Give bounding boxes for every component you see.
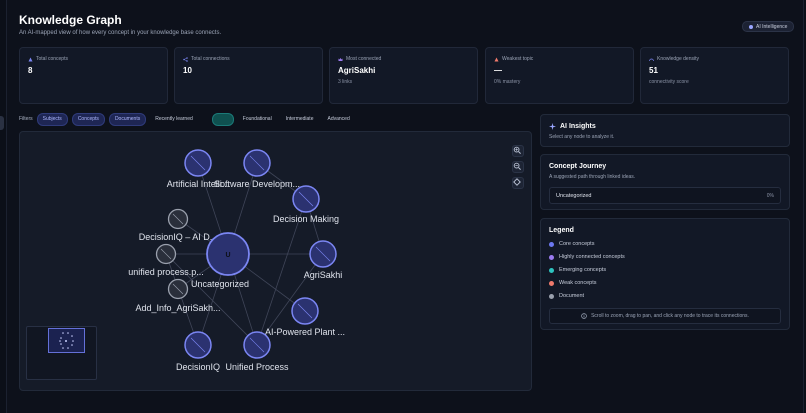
legend-swatch <box>549 267 554 273</box>
page-subtitle: An AI-mapped view of how every concept i… <box>19 30 222 36</box>
stat-value: 51 <box>649 66 658 75</box>
node-label: unified process.p... <box>128 267 204 277</box>
knowledge-graph-canvas[interactable]: Artificial Intelli... Software Developm.… <box>19 131 532 391</box>
node-initial: U <box>225 252 230 259</box>
graph-hint: Scroll to zoom, drag to pan, and click a… <box>549 308 781 324</box>
legend-label: Emerging concepts <box>559 267 607 273</box>
graph-node-decisioniq[interactable]: DecisionIQ <box>176 331 220 372</box>
stat-value: — <box>494 66 502 75</box>
ai-intelligence-badge: AI Intelligence <box>742 21 795 32</box>
legend-label: Document <box>559 293 585 299</box>
legend-swatch <box>549 293 554 299</box>
sidebar-toggle[interactable] <box>0 116 4 130</box>
stat-label: Weakest topic <box>502 56 534 62</box>
concept-journey-panel: Concept Journey A suggested path through… <box>540 154 790 210</box>
legend-emerging: Emerging concepts <box>549 267 781 273</box>
stat-label: Knowledge density <box>657 56 699 62</box>
graph-node-agrisakhi[interactable]: AgriSakhi <box>304 240 343 280</box>
recenter-icon <box>513 178 521 186</box>
stat-sub: 3 links <box>338 79 353 85</box>
hint-text: Scroll to zoom, drag to pan, and click a… <box>591 313 749 319</box>
legend-highly-connected: Highly connected concepts <box>549 254 781 260</box>
panel-desc: Select any node to analyze it. <box>549 134 615 140</box>
legend-label: Weak concepts <box>559 280 597 286</box>
level-advanced[interactable]: Advanced <box>322 114 354 125</box>
warning-icon <box>494 57 499 61</box>
gauge-icon <box>649 58 654 61</box>
sparkle-icon <box>549 123 556 130</box>
recent-toggle[interactable] <box>211 112 234 126</box>
level-foundational[interactable]: Foundational <box>238 114 277 125</box>
journey-item[interactable]: Uncategorized 0% <box>549 187 781 204</box>
node-label: AgriSakhi <box>304 270 343 280</box>
graph-node-software-development[interactable]: Software Developm... <box>214 149 300 189</box>
graph-icon <box>28 57 33 61</box>
badge-label: AI Intelligence <box>756 23 788 30</box>
filter-bar: Filters Subjects Concepts Documents Rece… <box>19 112 355 126</box>
zoom-in-button[interactable] <box>512 145 524 157</box>
page-title: Knowledge Graph <box>19 13 122 27</box>
share-icon <box>183 56 188 62</box>
legend-panel: Legend Core concepts Highly connected co… <box>540 218 790 330</box>
graph-node-unified-process[interactable]: Unified Process <box>225 331 289 372</box>
stat-knowledge-density: Knowledge density 51 connectivity score <box>640 47 789 104</box>
minimap-nodes <box>59 332 74 349</box>
stat-label: Most connected <box>346 56 382 62</box>
node-label: Unified Process <box>225 362 289 372</box>
info-icon <box>581 313 587 319</box>
stat-value: 8 <box>28 66 33 75</box>
stat-most-connected: Most connected AgriSakhi 3 links <box>329 47 478 104</box>
filter-chip-documents[interactable]: Documents <box>108 112 147 126</box>
stat-sub: connectivity score <box>649 79 689 85</box>
filter-chip-concepts[interactable]: Concepts <box>71 112 105 126</box>
recenter-button[interactable] <box>512 177 524 189</box>
panel-title: Legend <box>549 227 574 234</box>
panel-title: AI Insights <box>560 123 596 130</box>
ai-insights-panel: AI Insights Select any node to analyze i… <box>540 114 790 147</box>
node-label: Add_Info_AgriSakh... <box>135 303 220 313</box>
stat-sub: 0% mastery <box>494 79 521 85</box>
legend-swatch <box>549 280 554 286</box>
zoom-in-icon <box>513 146 521 154</box>
stats-row: Total concepts 8 Total connections 10 Mo… <box>19 47 790 104</box>
node-label: Software Developm... <box>214 179 300 189</box>
crown-icon <box>338 57 343 61</box>
stat-weakest-topic: Weakest topic — 0% mastery <box>485 47 634 104</box>
legend-label: Core concepts <box>559 241 595 247</box>
legend-core: Core concepts <box>549 241 781 247</box>
panel-desc: A suggested path through linked ideas. <box>549 174 636 180</box>
journey-item-percent: 0% <box>766 192 774 199</box>
stat-label: Total concepts <box>36 56 68 62</box>
legend-swatch <box>549 241 554 247</box>
minimap-viewport[interactable] <box>48 328 85 353</box>
node-label: DecisionIQ – AI D... <box>139 232 218 242</box>
node-label: DecisionIQ <box>176 362 220 372</box>
legend-swatch <box>549 254 554 260</box>
panel-title: Concept Journey <box>549 163 607 170</box>
zoom-out-button[interactable] <box>512 161 524 173</box>
legend-document: Document <box>549 293 781 299</box>
stat-label: Total connections <box>191 56 230 62</box>
node-label: AI-Powered Plant ... <box>265 327 345 337</box>
legend-label: Highly connected concepts <box>559 254 625 260</box>
legend-weak: Weak concepts <box>549 280 781 286</box>
graph-node-decisioniq-doc[interactable]: DecisionIQ – AI D... <box>139 208 218 243</box>
stat-total-connections: Total connections 10 <box>174 47 323 104</box>
sparkle-icon <box>749 24 753 29</box>
journey-item-label: Uncategorized <box>556 192 592 199</box>
graph-node-decision-making[interactable]: Decision Making <box>273 185 339 224</box>
filter-recently-learned[interactable]: Recently learned <box>150 114 198 125</box>
stat-total-concepts: Total concepts 8 <box>19 47 168 104</box>
node-label: Uncategorized <box>191 279 249 289</box>
graph-node-unified-process-doc[interactable]: unified process.p... <box>128 243 204 278</box>
filter-chip-subjects[interactable]: Subjects <box>36 112 68 126</box>
stat-value: 10 <box>183 66 192 75</box>
graph-minimap[interactable] <box>26 326 97 380</box>
zoom-out-icon <box>513 162 521 170</box>
level-intermediate[interactable]: Intermediate <box>281 114 319 125</box>
node-label: Decision Making <box>273 214 339 224</box>
stat-value: AgriSakhi <box>338 66 376 75</box>
filters-label: Filters <box>19 116 33 122</box>
